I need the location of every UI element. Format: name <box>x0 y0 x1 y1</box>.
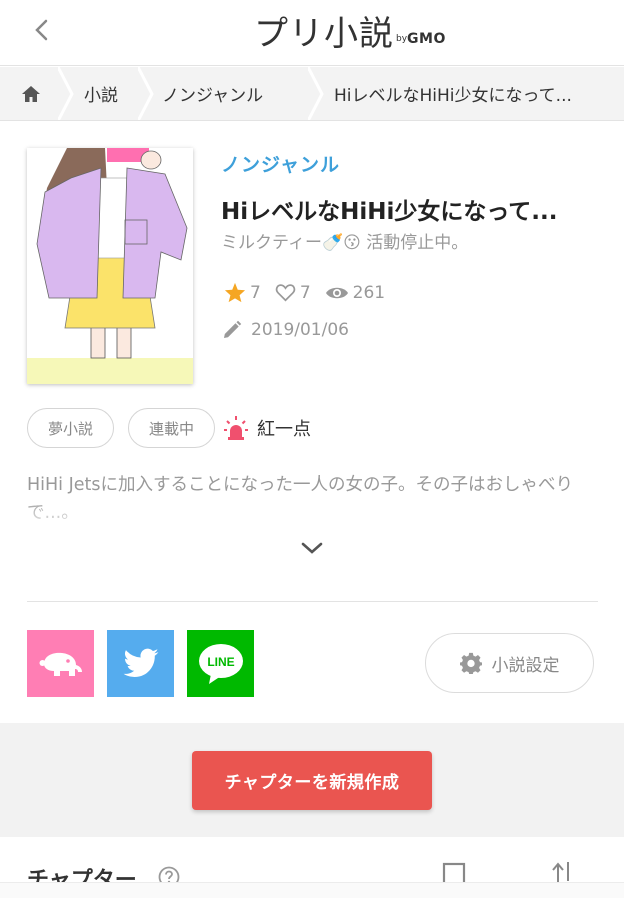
eye-icon <box>325 287 348 298</box>
tag-serializing[interactable]: 連載中 <box>128 408 216 448</box>
share-line-button[interactable]: LINE <box>187 630 254 697</box>
novel-stats: 7 7 261 <box>224 282 399 303</box>
like-count: 7 <box>275 283 311 303</box>
author-name[interactable]: ミルクティー🍼😗 活動停止中。 <box>221 228 468 253</box>
novel-cover-image[interactable] <box>27 148 193 384</box>
breadcrumb-novels[interactable]: 小説 <box>78 67 138 120</box>
genre-link[interactable]: ノンジャンル <box>221 150 340 177</box>
breadcrumb-genre[interactable]: ノンジャンル <box>158 67 308 120</box>
like-count-value: 7 <box>299 282 311 303</box>
pencil-icon <box>224 320 242 338</box>
tag-list: 夢小説 連載中 紅一点 <box>27 408 311 448</box>
line-label: LINE <box>207 655 234 669</box>
logo-text: プリ小説 <box>254 14 394 54</box>
breadcrumb-separator <box>138 67 154 120</box>
pin-icon <box>224 416 249 440</box>
back-button[interactable] <box>22 10 62 50</box>
chevron-down-icon <box>301 542 323 554</box>
gear-icon <box>459 652 482 674</box>
star-icon <box>224 282 246 303</box>
heart-icon <box>275 284 296 302</box>
logo-by-text: by <box>396 34 408 44</box>
site-logo[interactable]: プリ小説 by GMO <box>254 8 446 56</box>
cover-illustration <box>27 148 193 384</box>
elephant-icon <box>39 652 82 676</box>
section-divider <box>27 601 598 602</box>
update-date-value: 2019/01/06 <box>251 320 349 340</box>
tag-dream-novel[interactable]: 夢小説 <box>27 408 115 448</box>
share-twitter-button[interactable] <box>107 630 174 697</box>
app-header: プリ小説 by GMO <box>0 0 624 66</box>
share-prichat-button[interactable] <box>27 630 94 697</box>
reorder-icon[interactable] <box>442 862 466 884</box>
breadcrumb: 小説 ノンジャンル HiレベルなHiHi少女になって... <box>0 67 624 121</box>
breadcrumb-home[interactable] <box>0 67 58 120</box>
breadcrumb-current: HiレベルなHiHi少女になって... <box>334 86 572 106</box>
single-heroine-label: 紅一点 <box>257 419 312 440</box>
novel-title: HiレベルなHiHi少女になって... <box>221 199 558 225</box>
create-chapter-button[interactable]: チャプターを新規作成 <box>192 751 432 810</box>
expand-synopsis-button[interactable] <box>298 536 326 560</box>
single-heroine-badge: 紅一点 <box>223 415 311 441</box>
star-count: 7 <box>224 282 261 303</box>
line-icon: LINE <box>198 643 243 684</box>
chevron-left-icon <box>35 19 48 41</box>
star-count-value: 7 <box>250 282 261 303</box>
home-icon <box>22 85 40 102</box>
bottom-bar <box>0 882 624 898</box>
novel-settings-label: 小説設定 <box>491 655 560 676</box>
view-count-value: 261 <box>352 282 386 303</box>
sort-icon[interactable] <box>551 862 575 884</box>
breadcrumb-separator <box>58 67 74 120</box>
synopsis-fade <box>27 499 599 527</box>
author-name-text: ミルクティー🍼😗 活動停止中。 <box>221 233 469 253</box>
logo-gmo-text: GMO <box>407 31 446 47</box>
update-date: 2019/01/06 <box>222 320 349 340</box>
twitter-bird-icon <box>123 648 158 677</box>
view-count: 261 <box>325 283 385 303</box>
novel-settings-button[interactable]: 小説設定 <box>425 633 594 693</box>
breadcrumb-separator <box>308 67 324 120</box>
